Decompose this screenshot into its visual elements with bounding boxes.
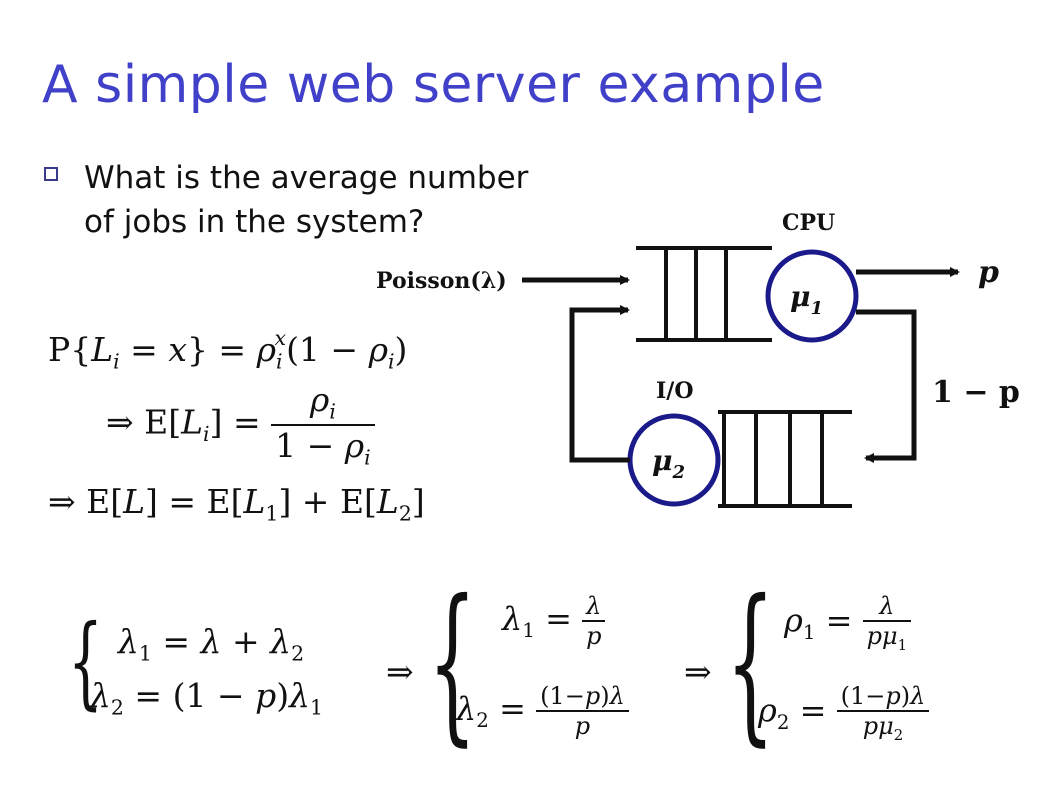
solution-lambda1: λ1 = λp [502,592,606,650]
equation-total: ⇒ E[L] = E[L1] + E[L2] [48,482,425,526]
mu1-label: μ1 [790,280,823,319]
cpu-server-circle [765,249,859,343]
equation-distribution: P{Li = x} = ρix(1 − ρi) [48,326,408,374]
solution-rho1: ρ1 = λ pμ1 [784,592,912,654]
cpu-queue [636,246,772,342]
mu2-label: μ2 [652,444,685,483]
equation-lambda1: λ1 = λ + λ2 [118,622,305,666]
return-path [569,305,630,463]
implies-arrow-1: ⇒ [386,652,414,691]
poisson-label: Poisson(λ) [376,268,507,294]
exit-prob-label: p [978,255,999,290]
feedback-path [856,309,917,463]
io-label: I/O [656,378,694,404]
implies-arrow-2: ⇒ [684,652,712,691]
io-server-circle [627,413,721,507]
loop-prob-label: 1 − p [932,375,1020,410]
equation-lambda2: λ2 = (1 − p)λ1 [90,676,324,720]
solution-lambda2: λ2 = (1−p)λ p [456,682,629,740]
cpu-label: CPU [782,210,835,236]
solution-rho2: ρ2 = (1−p)λ pμ2 [758,682,930,744]
equation-expectation: ⇒ E[Li] = ρi 1 − ρi [106,380,375,469]
io-queue [718,410,852,508]
